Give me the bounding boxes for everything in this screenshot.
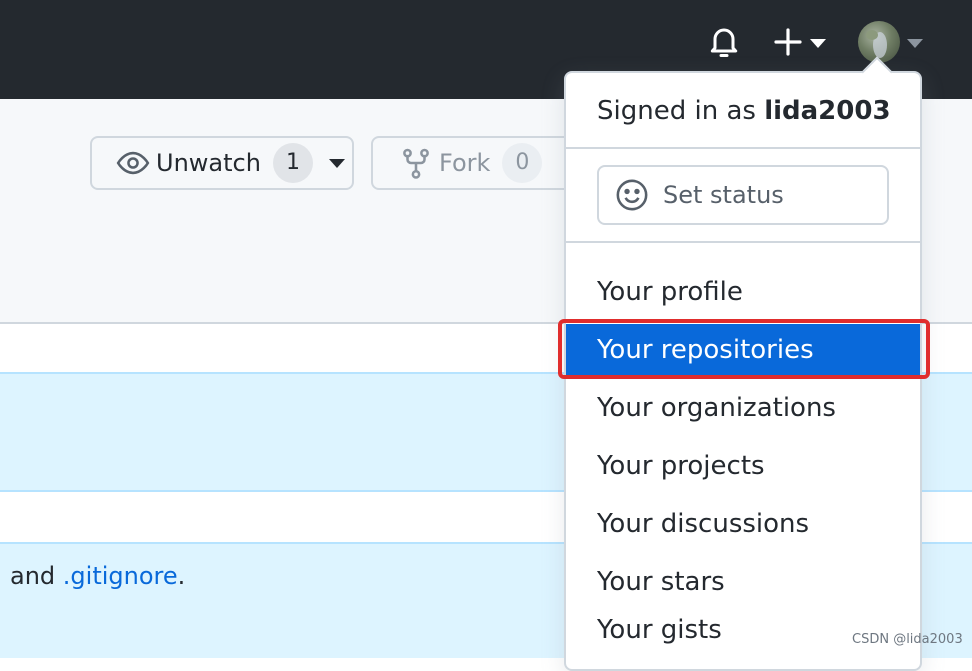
set-status-button[interactable]: Set status bbox=[597, 165, 889, 225]
menu-item-your-profile[interactable]: Your profile bbox=[566, 266, 920, 318]
highlight-annotation bbox=[558, 319, 930, 379]
menu-item-your-gists[interactable]: Your gists bbox=[566, 604, 920, 656]
menu-item-your-discussions[interactable]: Your discussions bbox=[566, 498, 920, 550]
unwatch-label: Unwatch bbox=[156, 149, 261, 177]
fork-label: Fork bbox=[439, 149, 491, 177]
set-status-label: Set status bbox=[663, 181, 784, 209]
watch-count-badge: 1 bbox=[272, 143, 313, 183]
menu-item-your-projects[interactable]: Your projects bbox=[566, 440, 920, 492]
fork-button[interactable]: Fork 0 bbox=[371, 136, 591, 190]
menu-item-your-organizations[interactable]: Your organizations bbox=[566, 382, 920, 434]
avatar[interactable] bbox=[858, 21, 900, 63]
menu-divider bbox=[566, 147, 920, 149]
watermark: CSDN @lida2003 bbox=[852, 632, 963, 647]
caret-down-icon[interactable] bbox=[808, 36, 828, 50]
username: lida2003 bbox=[764, 96, 891, 126]
smiley-icon bbox=[616, 179, 648, 211]
unwatch-button[interactable]: Unwatch 1 bbox=[90, 136, 354, 190]
menu-item-your-stars[interactable]: Your stars bbox=[566, 556, 920, 608]
fork-icon bbox=[403, 148, 429, 179]
banner-text: and .gitignore. bbox=[10, 562, 186, 590]
caret-down-icon[interactable] bbox=[327, 156, 347, 170]
fork-count-badge: 0 bbox=[502, 143, 543, 183]
gitignore-link[interactable]: .gitignore bbox=[63, 562, 178, 590]
bell-icon[interactable] bbox=[706, 24, 742, 60]
caret-down-icon[interactable] bbox=[905, 36, 925, 50]
plus-icon[interactable] bbox=[772, 26, 804, 58]
menu-divider bbox=[566, 241, 920, 243]
eye-icon bbox=[116, 151, 150, 175]
signed-in-as: Signed in as lida2003 bbox=[597, 96, 891, 126]
